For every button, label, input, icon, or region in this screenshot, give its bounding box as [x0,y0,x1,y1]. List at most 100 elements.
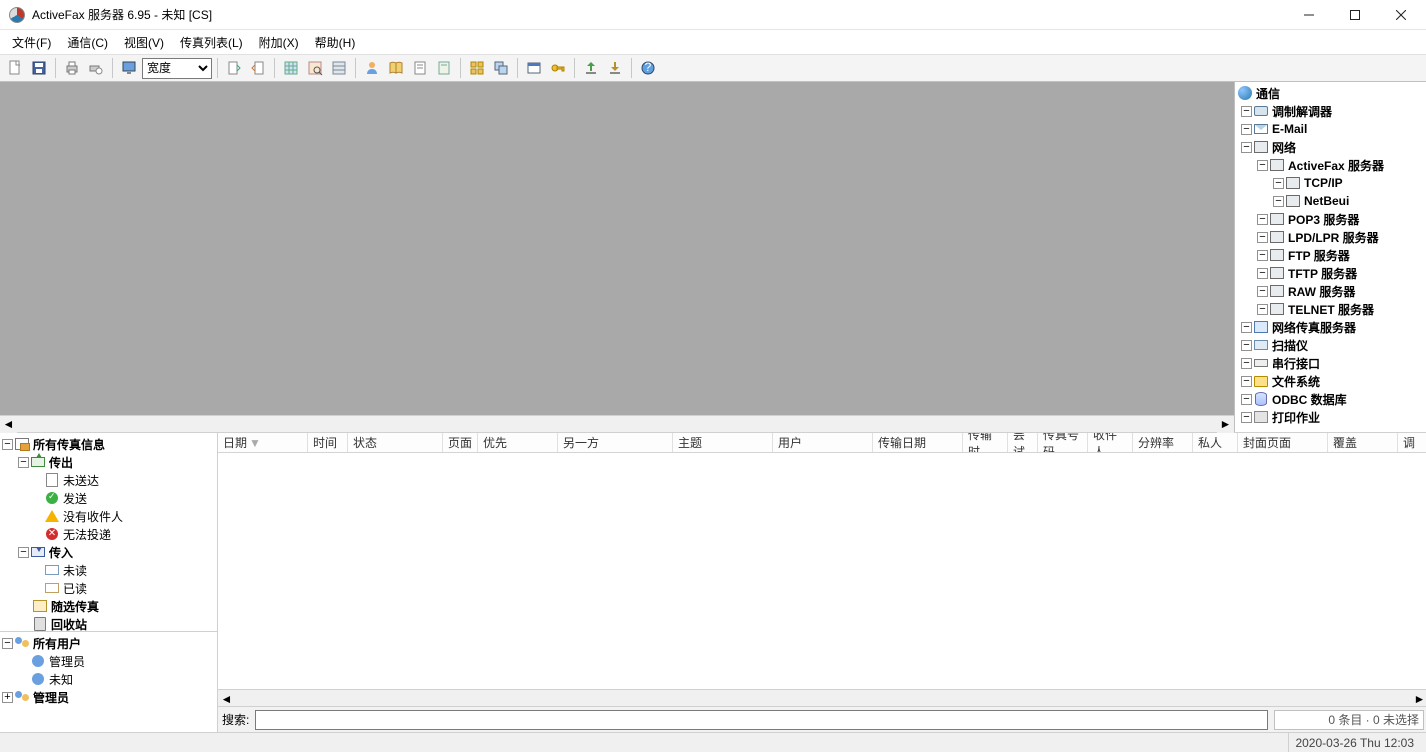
maximize-button[interactable] [1332,0,1378,30]
menu-view[interactable]: 视图(V) [116,31,172,54]
list-hscroll[interactable]: ◄ ► [218,689,1426,706]
new-icon[interactable] [4,57,26,79]
tree-root-faxinfo[interactable]: −所有传真信息 [0,435,217,453]
tree-item-lpd[interactable]: −LPD/LPR 服务器 [1235,228,1426,246]
tree-item-unknown[interactable]: 未知 [0,670,217,688]
form2-icon[interactable] [433,57,455,79]
print-icon[interactable] [61,57,83,79]
tree-item-read[interactable]: 已读 [0,579,217,597]
tree-item-raw[interactable]: −RAW 服务器 [1235,282,1426,300]
col-private[interactable]: 私人 [1193,433,1238,452]
tree-item-norecipient[interactable]: 没有收件人 [0,507,217,525]
tree-item-admin[interactable]: 管理员 [0,652,217,670]
collapse-icon[interactable]: − [1273,196,1284,207]
collapse-icon[interactable]: − [1241,340,1252,351]
collapse-icon[interactable]: − [1241,394,1252,405]
tree-item-serial[interactable]: −串行接口 [1235,354,1426,372]
import-icon[interactable] [247,57,269,79]
tree-root-communication[interactable]: 通信 [1235,84,1426,102]
menu-faxlist[interactable]: 传真列表(L) [172,31,251,54]
collapse-icon[interactable]: − [1257,232,1268,243]
col-faxnumber[interactable]: 传真号码 [1038,433,1088,452]
tree-item-pop3[interactable]: −POP3 服务器 [1235,210,1426,228]
form-icon[interactable] [409,57,431,79]
tree-item-tcpip[interactable]: −TCP/IP [1235,174,1426,192]
menu-help[interactable]: 帮助(H) [307,31,364,54]
collapse-icon[interactable]: − [1241,358,1252,369]
col-subject[interactable]: 主题 [673,433,773,452]
download-icon[interactable] [604,57,626,79]
collapse-icon[interactable]: − [1257,160,1268,171]
collapse-icon[interactable]: − [18,457,29,468]
collapse-icon[interactable]: − [1241,322,1252,333]
collapse-icon[interactable]: − [1241,376,1252,387]
cascade-icon[interactable] [490,57,512,79]
upload-icon[interactable] [580,57,602,79]
col-pages[interactable]: 页面 [443,433,478,452]
tree-item-undeliverable[interactable]: ✕无法投递 [0,525,217,543]
search-grid-icon[interactable] [304,57,326,79]
tree-item-telnet[interactable]: −TELNET 服务器 [1235,300,1426,318]
close-button[interactable] [1378,0,1424,30]
tree-item-filesystem[interactable]: −文件系统 [1235,372,1426,390]
list-body[interactable] [218,453,1426,689]
scroll-right-icon[interactable]: ► [1217,416,1234,433]
export-icon[interactable] [223,57,245,79]
tree-item-sent[interactable]: 发送 [0,489,217,507]
scroll-left-icon[interactable]: ◄ [218,690,235,707]
col-attempts[interactable]: 尝试 [1008,433,1038,452]
menu-communication[interactable]: 通信(C) [59,31,116,54]
col-coverage[interactable]: 覆盖 [1328,433,1398,452]
grid-icon[interactable] [280,57,302,79]
print-preview-icon[interactable] [85,57,107,79]
monitor-icon[interactable] [118,57,140,79]
collapse-icon[interactable]: − [1241,106,1252,117]
col-recipient[interactable]: 收件人 [1088,433,1133,452]
col-priority[interactable]: 优先 [478,433,558,452]
tree-item-outgoing[interactable]: −传出 [0,453,217,471]
tree-item-email[interactable]: −E-Mail [1235,120,1426,138]
save-icon[interactable] [28,57,50,79]
tree-item-modem[interactable]: −调制解调器 [1235,102,1426,120]
col-coverpage[interactable]: 封面页面 [1238,433,1328,452]
col-status[interactable]: 状态 [348,433,443,452]
tree-item-activefax-server[interactable]: −ActiveFax 服务器 [1235,156,1426,174]
menu-addon[interactable]: 附加(X) [251,31,307,54]
scroll-left-icon[interactable]: ◄ [0,416,17,433]
tree-item-printjobs[interactable]: −打印作业 [1235,408,1426,426]
tree-item-netbeui[interactable]: −NetBeui [1235,192,1426,210]
user-icon[interactable] [361,57,383,79]
tree-item-network[interactable]: −网络 [1235,138,1426,156]
expand-icon[interactable]: + [2,692,13,703]
collapse-icon[interactable]: − [1257,286,1268,297]
tree-item-tftp[interactable]: −TFTP 服务器 [1235,264,1426,282]
collapse-icon[interactable]: − [1241,412,1252,423]
collapse-icon[interactable]: − [2,439,13,450]
tree-item-scanner[interactable]: −扫描仪 [1235,336,1426,354]
col-transmitdate[interactable]: 传输日期 [873,433,963,452]
key-icon[interactable] [547,57,569,79]
col-otherparty[interactable]: 另一方 [558,433,673,452]
list-icon[interactable] [328,57,350,79]
collapse-icon[interactable]: − [1241,142,1252,153]
col-resolution[interactable]: 分辨率 [1133,433,1193,452]
tree-item-unsent[interactable]: 未送达 [0,471,217,489]
col-transmittime[interactable]: 传输时 [963,433,1008,452]
tree-item-trash[interactable]: 回收站 [0,615,217,632]
collapse-icon[interactable]: − [18,547,29,558]
tree-item-randomfax[interactable]: 随选传真 [0,597,217,615]
collapse-icon[interactable]: − [1241,124,1252,135]
search-input[interactable] [255,710,1268,730]
tree-item-admin2[interactable]: +管理员 [0,688,217,706]
help-icon[interactable]: ? [637,57,659,79]
collapse-icon[interactable]: − [1273,178,1284,189]
tree-item-unread[interactable]: 未读 [0,561,217,579]
tile-icon[interactable] [466,57,488,79]
col-date[interactable]: 日期▼ [218,433,308,452]
mdi-hscroll[interactable]: ◄ ► [0,415,1234,432]
collapse-icon[interactable]: − [1257,250,1268,261]
menu-file[interactable]: 文件(F) [4,31,59,54]
col-adjust[interactable]: 调 [1398,433,1426,452]
tree-root-allusers[interactable]: −所有用户 [0,634,217,652]
tree-item-incoming[interactable]: −传入 [0,543,217,561]
